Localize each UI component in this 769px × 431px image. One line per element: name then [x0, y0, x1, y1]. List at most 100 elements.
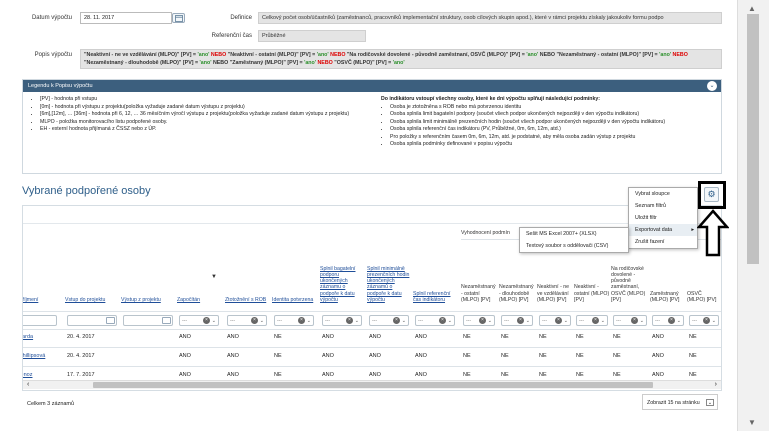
chevron-down-icon[interactable]: ⌄ — [355, 318, 359, 324]
column-filter[interactable]: --- × ⌄ — [689, 315, 719, 326]
scroll-thumb[interactable] — [93, 382, 653, 388]
menu-item[interactable]: Vybrat sloupce — [629, 188, 697, 200]
clear-icon[interactable]: × — [203, 317, 210, 324]
column-filter[interactable]: --- × ⌄ — [539, 315, 571, 326]
column-filter[interactable]: --- × ⌄ — [369, 315, 409, 326]
export-option[interactable]: Textový soubor s oddělovači (CSV) — [520, 240, 628, 252]
chevron-down-icon[interactable]: ⌄ — [706, 399, 714, 406]
table-cell[interactable]: Phillipsová — [23, 353, 45, 359]
legend-right: Do indikátoru vstoupí všechny osoby, kte… — [381, 96, 721, 149]
column-filter[interactable]: --- × ⌄ — [227, 315, 267, 326]
clear-icon[interactable]: × — [298, 317, 305, 324]
chevron-down-icon[interactable]: ⌄ — [564, 318, 568, 324]
menu-item[interactable]: Seznam filtrů — [629, 200, 697, 212]
calendar-icon[interactable] — [162, 317, 171, 324]
scroll-down-icon[interactable]: ▼ — [748, 418, 756, 427]
datum-input[interactable]: 28. 11. 2017 — [80, 12, 172, 24]
column-filter[interactable]: --- × ⌄ — [463, 315, 495, 326]
column-header[interactable]: Splnil referenční čas indikátoru — [413, 243, 457, 303]
popis-part: NEBO — [209, 52, 228, 58]
column-filter[interactable] — [123, 315, 173, 326]
chevron-down-icon[interactable]: ⌄ — [640, 318, 644, 324]
column-header[interactable]: Započítán — [177, 243, 221, 303]
column-header[interactable]: Vstup do projektu — [65, 243, 119, 303]
clear-icon[interactable]: × — [393, 317, 400, 324]
scroll-up-icon[interactable]: ▲ — [748, 4, 756, 13]
column-header[interactable]: Výstup z projektu — [121, 243, 175, 303]
column-filter[interactable]: --- × ⌄ — [322, 315, 362, 326]
chevron-down-icon[interactable]: ⌄ — [260, 318, 264, 324]
column-filter[interactable]: --- × ⌄ — [576, 315, 608, 326]
menu-item[interactable]: Zrušit řazení — [629, 236, 697, 248]
column-header[interactable]: Identita potvrzena — [272, 243, 316, 303]
column-filter[interactable]: --- × ⌄ — [652, 315, 684, 326]
chevron-down-icon[interactable]: ⌄ — [526, 318, 530, 324]
clear-icon[interactable]: × — [517, 317, 524, 324]
column-filter[interactable] — [23, 315, 57, 326]
table-cell[interactable]: narda — [23, 334, 33, 340]
table-cell: ANO — [227, 334, 239, 340]
table-cell: NE — [576, 353, 584, 359]
chevron-down-icon[interactable]: ⌄ — [601, 318, 605, 324]
clear-icon[interactable]: × — [251, 317, 258, 324]
table-cell: NE — [689, 353, 697, 359]
chevron-down-icon[interactable]: ⌄ — [712, 318, 716, 324]
column-filter[interactable]: --- × ⌄ — [613, 315, 647, 326]
gear-icon: ⚙ — [707, 189, 716, 199]
clear-icon[interactable]: × — [479, 317, 486, 324]
column-header[interactable]: Ztotožnění s ROB — [225, 243, 269, 303]
table-cell: ANO — [322, 372, 334, 378]
column-filter[interactable] — [67, 315, 117, 326]
export-option[interactable]: Sešit MS Excel 2007+ (XLSX) — [520, 228, 628, 240]
sort-desc-icon[interactable]: ▼ — [211, 274, 217, 280]
ref-cas-label: Referenční čas — [211, 33, 252, 39]
table-cell: NE — [501, 372, 509, 378]
scroll-right-icon[interactable]: › — [715, 381, 717, 389]
chevron-down-icon[interactable]: ⌄ — [307, 318, 311, 324]
chevron-down-icon[interactable]: ⌄ — [402, 318, 406, 324]
scroll-left-icon[interactable]: ‹ — [27, 381, 29, 389]
horizontal-scrollbar[interactable]: ‹ › — [23, 380, 721, 389]
column-header[interactable]: Splnil bagatelní podporu ukončených zázn… — [320, 243, 364, 303]
table-cell: ANO — [369, 334, 381, 340]
popis-part: 'ano' — [197, 52, 210, 58]
chevron-down-icon[interactable]: ⌄ — [677, 318, 681, 324]
clear-icon[interactable]: × — [668, 317, 675, 324]
page-size-select[interactable]: Zobrazit 15 na stránku ⌄ — [642, 394, 718, 410]
chevron-down-icon[interactable]: ⌄ — [212, 318, 216, 324]
column-filter[interactable]: --- × ⌄ — [501, 315, 533, 326]
table-cell: NE — [613, 372, 621, 378]
clear-icon[interactable]: × — [631, 317, 638, 324]
clear-icon[interactable]: × — [592, 317, 599, 324]
section-title: Vybrané podpořené osoby — [22, 185, 151, 197]
settings-button[interactable]: ⚙ — [704, 187, 719, 202]
clear-icon[interactable]: × — [703, 317, 710, 324]
calendar-icon[interactable] — [106, 317, 115, 324]
table-cell: ANO — [369, 353, 381, 359]
column-filter[interactable]: --- × ⌄ — [415, 315, 455, 326]
ref-cas-field: Průběžné — [258, 30, 366, 42]
chevron-down-icon[interactable]: ⌄ — [488, 318, 492, 324]
popis-field: "Neaktivní - ne ve vzdělávání (MLPO)" [P… — [80, 49, 722, 69]
column-filter[interactable]: --- × ⌄ — [274, 315, 314, 326]
page-scroll-thumb[interactable] — [747, 14, 759, 264]
definice-field: Celkový počet osob/účastníků (zaměstnanc… — [258, 12, 722, 24]
legend-header[interactable]: Legendu k Popisu výpočtu ⌄ — [23, 80, 721, 92]
filter-placeholder: --- — [325, 318, 330, 324]
chevron-down-icon[interactable]: ⌄ — [707, 81, 717, 91]
filter-placeholder: --- — [616, 318, 621, 324]
menu-item[interactable]: Exportovat data ▸ — [629, 224, 697, 236]
menu-item[interactable]: Uložit filtr — [629, 212, 697, 224]
table-cell[interactable]: tenoz — [23, 372, 32, 378]
filter-placeholder: --- — [466, 318, 471, 324]
chevron-down-icon[interactable]: ⌄ — [448, 318, 452, 324]
table-cell: ANO — [179, 353, 191, 359]
column-filter[interactable]: --- × ⌄ — [179, 315, 219, 326]
clear-icon[interactable]: × — [555, 317, 562, 324]
column-header[interactable]: Splnil minimálně prezenčních hodin ukonč… — [367, 243, 411, 303]
page-scrollbar[interactable]: ▲ ▼ — [737, 0, 769, 431]
clear-icon[interactable]: × — [346, 317, 353, 324]
column-header[interactable]: Příjmení — [23, 243, 59, 303]
clear-icon[interactable]: × — [439, 317, 446, 324]
calendar-button[interactable] — [172, 13, 185, 23]
